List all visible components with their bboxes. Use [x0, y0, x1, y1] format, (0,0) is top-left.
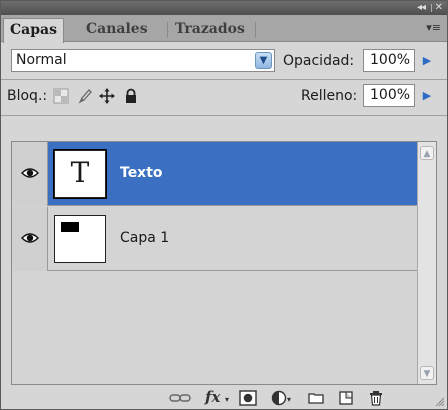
blend-mode-value: Normal	[16, 52, 67, 68]
fill-slider-arrow-icon[interactable]: ▶	[419, 84, 435, 107]
fill-field[interactable]: 100%	[363, 84, 415, 107]
thumbnail-content	[61, 222, 79, 232]
link-layers-icon[interactable]	[169, 390, 191, 406]
title-separator	[431, 4, 432, 12]
layer-name[interactable]: Texto	[120, 164, 163, 182]
adjustment-dropdown-icon: ▾	[287, 395, 292, 404]
opacity-slider-arrow-icon[interactable]: ▶	[419, 49, 435, 72]
opacity-field[interactable]: 100%	[363, 49, 415, 72]
layer-list: T Texto Capa 1 ▲ ▼	[11, 141, 437, 385]
layer-name[interactable]: Capa 1	[120, 229, 169, 247]
lock-position-icon[interactable]	[99, 88, 115, 104]
scroll-down-icon[interactable]: ▼	[420, 366, 434, 380]
lock-transparent-pixels-icon[interactable]	[53, 88, 69, 104]
trash-icon[interactable]	[367, 390, 385, 406]
divider	[1, 79, 447, 80]
layer-actions-bar: fx ▾ ▾	[1, 387, 447, 409]
eye-icon	[21, 168, 39, 178]
chevron-down-icon[interactable]: ▼	[255, 52, 272, 69]
visibility-toggle[interactable]	[12, 142, 48, 206]
tab-capas[interactable]: Capas	[3, 18, 64, 43]
add-mask-icon[interactable]	[239, 390, 257, 406]
blend-mode-select[interactable]: Normal ▼	[11, 49, 275, 72]
divider	[1, 115, 447, 116]
scrollbar[interactable]: ▲ ▼	[417, 142, 436, 384]
new-group-icon[interactable]	[307, 390, 325, 406]
tab-canales[interactable]: Canales	[80, 18, 154, 42]
tab-divider	[167, 22, 168, 38]
tab-trazados[interactable]: Trazados	[169, 18, 251, 42]
visibility-toggle[interactable]	[12, 207, 48, 271]
layers-panel: ◂◂ ✕ Capas Canales Trazados ▾≡ Normal ▼ …	[0, 0, 448, 410]
resize-grip-icon[interactable]	[435, 397, 445, 407]
fx-dropdown-icon: ▾	[225, 395, 230, 404]
lock-label: Bloq.:	[7, 88, 48, 104]
layer-thumbnail	[54, 215, 106, 263]
panel-menu-icon[interactable]: ▾≡	[426, 21, 441, 35]
tab-divider	[255, 22, 256, 38]
collapse-icon[interactable]: ◂◂	[417, 1, 426, 15]
new-layer-icon[interactable]	[337, 390, 355, 406]
fx-icon[interactable]: fx	[205, 387, 220, 407]
lock-all-icon[interactable]	[123, 88, 139, 104]
panel-title-bar: ◂◂ ✕	[1, 1, 447, 15]
eye-icon	[21, 233, 39, 243]
close-icon[interactable]: ✕	[435, 1, 443, 15]
text-layer-glyph: T	[70, 156, 90, 189]
layer-row-texto[interactable]: T Texto	[12, 142, 418, 206]
fill-label: Relleno:	[301, 88, 358, 104]
tab-bar: Capas Canales Trazados ▾≡	[1, 15, 447, 43]
scroll-up-icon[interactable]: ▲	[420, 146, 434, 160]
opacity-label: Opacidad:	[283, 53, 355, 69]
lock-image-pixels-icon[interactable]	[77, 88, 93, 104]
layer-row-capa-1[interactable]: Capa 1	[12, 207, 418, 271]
layer-thumbnail: T	[54, 150, 106, 198]
